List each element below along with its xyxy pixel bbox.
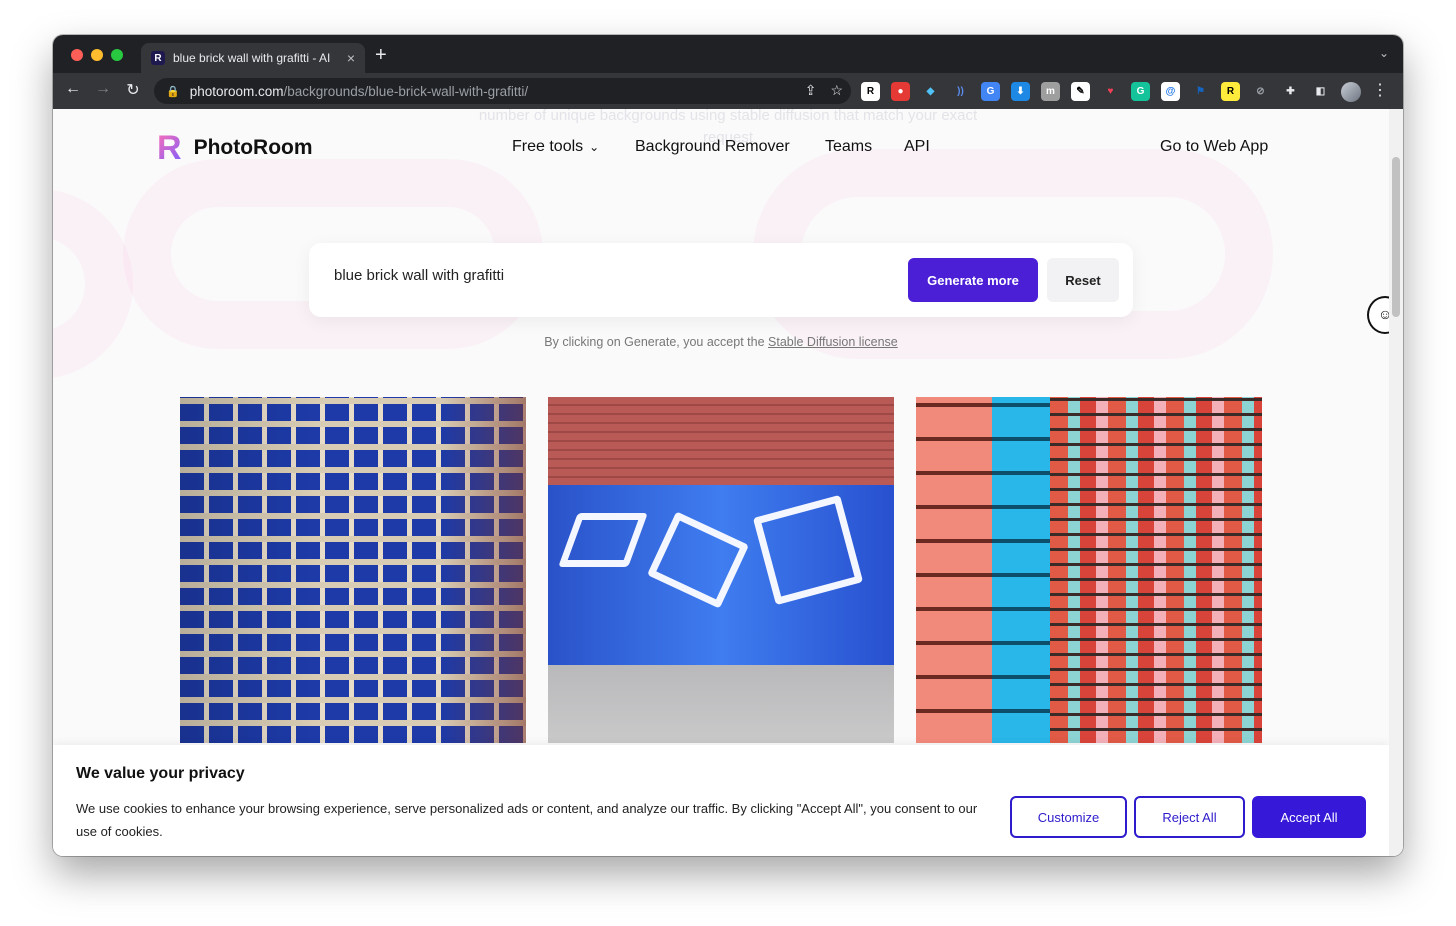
nav-teams[interactable]: Teams xyxy=(825,138,872,156)
chevron-down-icon: ⌄ xyxy=(589,140,600,154)
image-shading xyxy=(180,397,526,743)
back-arrow-icon[interactable]: ← xyxy=(63,80,83,98)
minimize-window-button[interactable] xyxy=(91,49,103,61)
m-ext-icon[interactable]: m xyxy=(1041,82,1060,101)
photoroom-logo-icon: R xyxy=(157,129,182,167)
reject-all-button[interactable]: Reject All xyxy=(1134,796,1245,838)
at-ext-icon[interactable]: @ xyxy=(1161,82,1180,101)
graffiti-stroke xyxy=(646,511,750,609)
url-host: photoroom.com xyxy=(189,83,284,99)
puzzle-ext-icon[interactable]: ✚ xyxy=(1281,82,1300,101)
generated-image-3[interactable] xyxy=(916,397,1262,743)
url-path: /backgrounds/blue-brick-wall-with-grafit… xyxy=(283,83,529,99)
generated-image-2[interactable] xyxy=(548,397,894,743)
graffiti-stroke xyxy=(558,513,648,567)
tab-title: blue brick wall with grafitti - AI xyxy=(173,51,331,65)
forward-arrow-icon[interactable]: → xyxy=(93,80,113,98)
active-tab[interactable]: R blue brick wall with grafitti - AI × xyxy=(141,43,365,73)
tab-strip: R blue brick wall with grafitti - AI × +… xyxy=(53,35,1403,73)
page-scrollbar[interactable] xyxy=(1389,109,1403,856)
maximize-window-button[interactable] xyxy=(111,49,123,61)
tab-search-chevron-icon[interactable]: ⌄ xyxy=(1379,46,1389,60)
new-tab-button[interactable]: + xyxy=(375,44,387,67)
cookie-banner: We value your privacy We use cookies to … xyxy=(53,745,1389,856)
license-notice: By clicking on Generate, you accept the … xyxy=(53,335,1389,349)
share-icon[interactable]: ⇪ xyxy=(805,82,817,99)
web-page: number of unique backgrounds using stabl… xyxy=(53,109,1403,856)
photoroom-favicon-icon: R xyxy=(151,51,165,65)
sidewalk xyxy=(548,665,894,743)
scrollbar-thumb[interactable] xyxy=(1392,157,1400,317)
accept-all-button[interactable]: Accept All xyxy=(1252,796,1366,838)
browser-menu-icon[interactable]: ⋮ xyxy=(1372,82,1388,102)
background-decoration xyxy=(53,189,133,379)
edit-ext-icon[interactable]: ✎ xyxy=(1071,82,1090,101)
prompt-input[interactable] xyxy=(334,267,894,284)
blue-graffiti-wall xyxy=(548,485,894,665)
extensions-bar: R ● ◆)) G ⬇ m ✎ ♥ G @ ⚑ R ⊘ ✚ ◧ ⋮ xyxy=(861,82,1388,102)
download-ext-icon[interactable]: ⬇ xyxy=(1011,82,1030,101)
r-yellow-ext-icon[interactable]: R xyxy=(1221,82,1240,101)
logo-text: PhotoRoom xyxy=(193,136,313,159)
lock-icon: 🔒 xyxy=(166,85,180,98)
nav-api[interactable]: API xyxy=(904,138,930,156)
pink-brick-texture xyxy=(916,397,992,743)
generated-image-1[interactable] xyxy=(180,397,526,743)
customize-button[interactable]: Customize xyxy=(1010,796,1127,838)
address-bar[interactable]: 🔒 photoroom.com/backgrounds/blue-brick-w… xyxy=(154,78,851,104)
profile-avatar[interactable] xyxy=(1341,82,1361,102)
tab-close-icon[interactable]: × xyxy=(347,50,355,66)
cookie-text: We use cookies to enhance your browsing … xyxy=(76,801,978,839)
bookmark-star-icon[interactable]: ☆ xyxy=(830,82,843,99)
stable-diffusion-license-link[interactable]: Stable Diffusion license xyxy=(768,335,898,349)
reader-ext-icon[interactable]: R xyxy=(861,82,880,101)
browser-toolbar: ← → ↻ 🔒 photoroom.com/backgrounds/blue-b… xyxy=(53,73,1403,109)
graffiti-stroke xyxy=(752,494,864,606)
nav-background-remover[interactable]: Background Remover xyxy=(635,138,790,156)
flag-ext-icon[interactable]: ⚑ xyxy=(1191,82,1210,101)
reset-button[interactable]: Reset xyxy=(1047,258,1119,302)
license-prefix: By clicking on Generate, you accept the xyxy=(544,335,769,349)
photoroom-logo[interactable]: R PhotoRoom xyxy=(157,131,313,165)
close-window-button[interactable] xyxy=(71,49,83,61)
red-brick-texture xyxy=(548,397,894,485)
generate-more-button[interactable]: Generate more xyxy=(908,258,1038,302)
blocked-ext-icon[interactable]: ⊘ xyxy=(1251,82,1270,101)
translate-ext-icon[interactable]: G xyxy=(981,82,1000,101)
browser-window: R blue brick wall with grafitti - AI × +… xyxy=(53,35,1403,856)
pokeball-ext-icon[interactable]: ● xyxy=(891,82,910,101)
cookie-title: We value your privacy xyxy=(76,765,245,782)
prompt-card: Generate more Reset xyxy=(309,243,1133,317)
pocket-ext-icon[interactable]: ♥ xyxy=(1101,82,1120,101)
go-to-web-app-link[interactable]: Go to Web App xyxy=(1160,138,1268,156)
nav-free-tools-label: Free tools xyxy=(512,138,584,155)
diamond-ext-icon[interactable]: ◆ xyxy=(921,82,940,101)
nav-free-tools[interactable]: Free tools ⌄ xyxy=(512,138,599,156)
wave-ext-icon[interactable]: )) xyxy=(951,82,970,101)
sidepanel-ext-icon[interactable]: ◧ xyxy=(1311,82,1330,101)
grammarly-ext-icon[interactable]: G xyxy=(1131,82,1150,101)
reload-icon[interactable]: ↻ xyxy=(123,80,143,100)
multicolor-brick-texture xyxy=(1050,397,1262,743)
